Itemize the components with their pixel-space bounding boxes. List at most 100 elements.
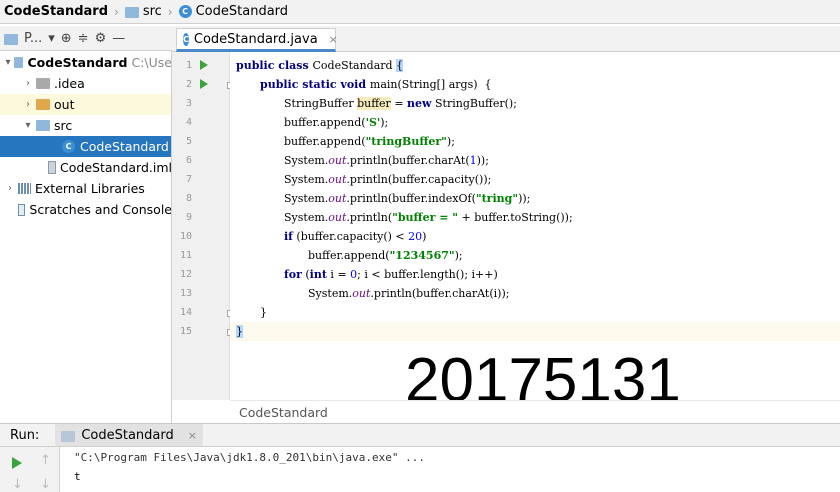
breadcrumb-file[interactable]: CodeStandard — [196, 4, 288, 19]
line-number: 13 — [179, 288, 192, 299]
java-class-icon: C — [183, 32, 189, 46]
run-tab-label: CodeStandard — [81, 427, 174, 443]
code-line-13: System.out.println(buffer.charAt(i)); — [308, 287, 510, 300]
breadcrumb-project[interactable]: CodeStandard — [4, 4, 108, 19]
tree-item-external-libraries[interactable]: › External Libraries — [0, 178, 171, 199]
tree-item-label: External Libraries — [35, 181, 145, 196]
line-number: 1 — [185, 60, 192, 71]
chevron-down-icon[interactable]: ▾ — [48, 31, 55, 46]
tree-item-iml-file[interactable]: CodeStandard.iml — [0, 157, 172, 178]
tab-codestandard-java[interactable]: C CodeStandard.java × — [176, 28, 338, 52]
folder-icon — [36, 120, 50, 131]
java-class-icon: C — [178, 5, 192, 18]
tree-item-out[interactable]: › out — [0, 94, 171, 115]
gear-icon[interactable]: ⚙ — [95, 31, 107, 46]
run-toolbar: ↑ ↓ ↓ — [0, 447, 60, 492]
module-file-icon — [48, 161, 57, 174]
tree-item-label: CodeStandard — [80, 139, 169, 154]
tree-item-path: C:\Use — [131, 55, 172, 70]
project-tree: ▾ CodeStandard C:\Use › .idea › out ▾ sr… — [0, 51, 172, 423]
run-label: Run: — [10, 427, 40, 443]
code-line-7: System.out.println(buffer.capacity()); — [284, 173, 492, 186]
close-icon[interactable]: × — [329, 33, 338, 46]
line-number: 2 — [185, 79, 192, 90]
project-view-selector[interactable]: P... — [24, 31, 42, 46]
run-main-icon[interactable] — [200, 79, 208, 89]
tree-item-project-root[interactable]: ▾ CodeStandard C:\Use — [0, 52, 172, 73]
tree-item-label: src — [54, 118, 73, 133]
chevron-right-icon[interactable]: › — [4, 183, 16, 194]
line-number: 6 — [185, 155, 192, 166]
tree-item-label: .idea — [54, 76, 85, 91]
arrow-down-icon[interactable]: ↓ — [40, 477, 51, 492]
hide-icon[interactable]: — — [112, 31, 125, 46]
tree-item-label: CodeStandard — [27, 55, 128, 70]
code-line-1: public class CodeStandard { — [236, 59, 404, 72]
code-line-6: System.out.println(buffer.charAt(1)); — [284, 154, 489, 167]
tree-item-scratches[interactable]: Scratches and Console — [0, 199, 172, 220]
code-line-2: public static void main(String[] args) { — [260, 78, 492, 91]
run-class-icon[interactable] — [200, 60, 208, 70]
line-number: 11 — [179, 250, 192, 261]
editor-breadcrumb-class[interactable]: CodeStandard — [239, 405, 328, 420]
library-icon — [18, 183, 31, 194]
navigation-bar: CodeStandard › src › C CodeStandard — [0, 0, 840, 24]
line-number: 7 — [185, 174, 192, 185]
java-class-icon: C — [62, 140, 75, 153]
chevron-right-icon[interactable]: › — [22, 78, 34, 89]
editor-gutter: 1 2 3 4 5 6 7 8 9 10 11 12 13 14 15 — [172, 52, 234, 400]
line-number: 14 — [179, 307, 192, 318]
tab-label: CodeStandard.java — [193, 31, 318, 47]
code-line-12: for (int i = 0; i < buffer.length(); i++… — [284, 268, 498, 281]
run-tab-codestandard[interactable]: CodeStandard × — [55, 424, 203, 446]
run-console[interactable]: "C:\Program Files\Java\jdk1.8.0_201\bin\… — [60, 447, 840, 492]
code-line-4: buffer.append('S'); — [284, 116, 389, 129]
editor-tab-bar: C CodeStandard.java × — [172, 26, 840, 52]
folder-icon — [36, 99, 50, 110]
chevron-right-icon[interactable]: › — [22, 99, 34, 110]
stop-icon[interactable]: ↓ — [12, 477, 23, 492]
scratch-icon — [18, 203, 26, 216]
line-number: 3 — [185, 98, 192, 109]
code-line-5: buffer.append("tringBuffer"); — [284, 135, 455, 148]
line-number: 9 — [185, 212, 192, 223]
code-line-9: System.out.println("buffer = " + buffer.… — [284, 211, 573, 224]
code-line-14: } — [260, 306, 267, 319]
locate-icon[interactable]: ⊕ — [61, 31, 72, 46]
tree-item-idea[interactable]: › .idea — [0, 73, 171, 94]
chevron-right-icon: › — [114, 4, 119, 19]
rerun-icon[interactable] — [12, 457, 22, 469]
chevron-down-icon[interactable]: ▾ — [4, 57, 12, 68]
collapse-all-icon[interactable]: ≑ — [78, 31, 89, 46]
line-number: 8 — [185, 193, 192, 204]
run-tool-header: Run: CodeStandard × — [0, 423, 840, 447]
tree-item-label: CodeStandard.iml — [60, 160, 172, 175]
project-toolbar: P... ▾ ⊕ ≑ ⚙ — — [0, 26, 172, 51]
console-line: t — [74, 470, 81, 483]
code-line-8: System.out.println(buffer.indexOf("tring… — [284, 192, 531, 205]
folder-icon — [124, 7, 139, 18]
arrow-up-icon[interactable]: ↑ — [40, 453, 51, 468]
close-icon[interactable]: × — [188, 429, 197, 442]
editor-breadcrumb: CodeStandard — [230, 400, 840, 423]
code-line-15: } — [230, 322, 840, 341]
line-number: 4 — [185, 117, 192, 128]
run-config-icon — [61, 430, 76, 442]
line-number: 15 — [179, 326, 192, 337]
folder-icon — [36, 78, 50, 89]
line-number: 10 — [179, 231, 192, 242]
line-number: 5 — [185, 136, 192, 147]
tree-item-label: Scratches and Console — [29, 202, 172, 217]
breadcrumb-folder[interactable]: src — [143, 4, 162, 19]
chevron-down-icon[interactable]: ▾ — [22, 120, 34, 131]
line-number: 12 — [179, 269, 192, 280]
code-line-3: StringBuffer buffer = new StringBuffer()… — [284, 97, 517, 110]
project-view-icon — [4, 33, 18, 45]
tree-item-codestandard-class[interactable]: C CodeStandard — [0, 136, 171, 157]
tree-item-label: out — [54, 97, 75, 112]
code-line-11: buffer.append("1234567"); — [308, 249, 463, 262]
console-line: "C:\Program Files\Java\jdk1.8.0_201\bin\… — [74, 451, 425, 464]
folder-icon — [14, 57, 24, 68]
tree-item-src[interactable]: ▾ src — [0, 115, 171, 136]
chevron-right-icon: › — [167, 4, 173, 19]
